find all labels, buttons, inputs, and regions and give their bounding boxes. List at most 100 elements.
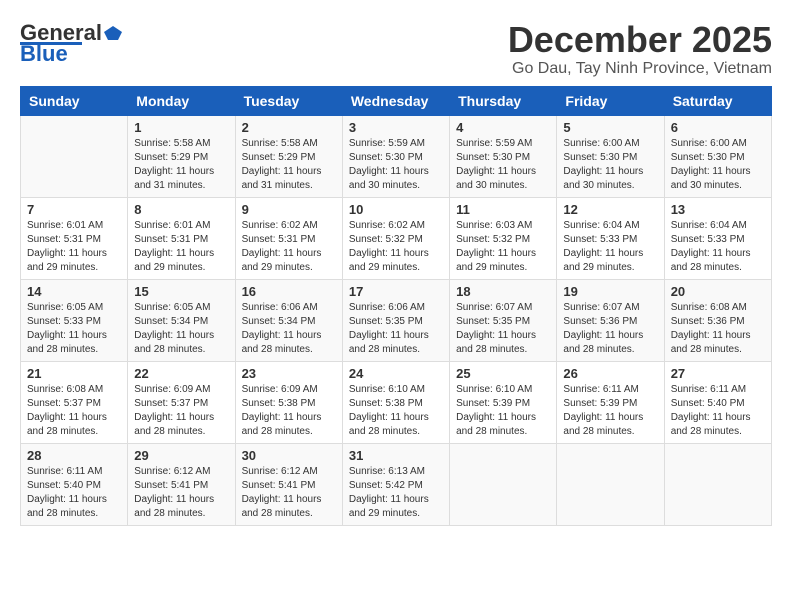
day-number: 29: [134, 448, 228, 463]
day-info: Sunrise: 6:05 AM Sunset: 5:33 PM Dayligh…: [27, 301, 121, 357]
day-info: Sunrise: 6:06 AM Sunset: 5:35 PM Dayligh…: [349, 301, 443, 357]
day-number: 19: [563, 284, 657, 299]
day-header-friday: Friday: [557, 86, 664, 115]
calendar-cell: 27 Sunrise: 6:11 AM Sunset: 5:40 PM Dayli…: [664, 361, 771, 443]
day-info: Sunrise: 6:11 AM Sunset: 5:40 PM Dayligh…: [671, 383, 765, 439]
day-number: 17: [349, 284, 443, 299]
day-info: Sunrise: 5:58 AM Sunset: 5:29 PM Dayligh…: [134, 137, 228, 193]
day-number: 20: [671, 284, 765, 299]
calendar-cell: [450, 443, 557, 525]
day-number: 26: [563, 366, 657, 381]
day-info: Sunrise: 6:12 AM Sunset: 5:41 PM Dayligh…: [134, 465, 228, 521]
day-number: 8: [134, 202, 228, 217]
day-header-wednesday: Wednesday: [342, 86, 449, 115]
day-header-saturday: Saturday: [664, 86, 771, 115]
day-number: 23: [242, 366, 336, 381]
calendar-cell: 12Sunrise: 6:04 AM Sunset: 5:33 PM Dayli…: [557, 197, 664, 279]
day-header-monday: Monday: [128, 86, 235, 115]
day-number: 22: [134, 366, 228, 381]
day-number: 6: [671, 120, 765, 135]
calendar-cell: 30 Sunrise: 6:12 AM Sunset: 5:41 PM Dayli…: [235, 443, 342, 525]
day-number: 5: [563, 120, 657, 135]
day-info: Sunrise: 6:09 AM Sunset: 5:37 PM Dayligh…: [134, 383, 228, 439]
month-title: December 2025: [508, 20, 772, 60]
day-info: Sunrise: 6:07 AM Sunset: 5:35 PM Dayligh…: [456, 301, 550, 357]
day-info: Sunrise: 6:11 AM Sunset: 5:40 PM Dayligh…: [27, 465, 121, 521]
calendar-cell: 17 Sunrise: 6:06 AM Sunset: 5:35 PM Dayli…: [342, 279, 449, 361]
calendar-cell: 16 Sunrise: 6:06 AM Sunset: 5:34 PM Dayli…: [235, 279, 342, 361]
day-info: Sunrise: 6:09 AM Sunset: 5:38 PM Dayligh…: [242, 383, 336, 439]
day-info: Sunrise: 5:59 AM Sunset: 5:30 PM Dayligh…: [456, 137, 550, 193]
calendar-cell: 11Sunrise: 6:03 AM Sunset: 5:32 PM Dayli…: [450, 197, 557, 279]
calendar-cell: 21Sunrise: 6:08 AM Sunset: 5:37 PM Dayli…: [21, 361, 128, 443]
logo-bird-icon: [104, 24, 122, 42]
day-number: 31: [349, 448, 443, 463]
location-text: Go Dau, Tay Ninh Province, Vietnam: [508, 60, 772, 78]
logo-blue: Blue: [20, 41, 68, 67]
calendar-cell: 28 Sunrise: 6:11 AM Sunset: 5:40 PM Dayli…: [21, 443, 128, 525]
calendar-header-row: SundayMondayTuesdayWednesdayThursdayFrid…: [21, 86, 772, 115]
day-number: 12: [563, 202, 657, 217]
day-info: Sunrise: 6:06 AM Sunset: 5:34 PM Dayligh…: [242, 301, 336, 357]
day-info: Sunrise: 6:01 AM Sunset: 5:31 PM Dayligh…: [134, 219, 228, 275]
calendar-cell: 3 Sunrise: 5:59 AM Sunset: 5:30 PM Daylig…: [342, 115, 449, 197]
logo: General Blue: [20, 20, 122, 67]
calendar-cell: 5 Sunrise: 6:00 AM Sunset: 5:30 PM Daylig…: [557, 115, 664, 197]
day-number: 30: [242, 448, 336, 463]
calendar-cell: 15 Sunrise: 6:05 AM Sunset: 5:34 PM Dayli…: [128, 279, 235, 361]
day-header-tuesday: Tuesday: [235, 86, 342, 115]
day-number: 2: [242, 120, 336, 135]
calendar-cell: 25 Sunrise: 6:10 AM Sunset: 5:39 PM Dayli…: [450, 361, 557, 443]
day-number: 13: [671, 202, 765, 217]
day-header-sunday: Sunday: [21, 86, 128, 115]
day-info: Sunrise: 5:58 AM Sunset: 5:29 PM Dayligh…: [242, 137, 336, 193]
day-number: 3: [349, 120, 443, 135]
calendar-cell: 22 Sunrise: 6:09 AM Sunset: 5:37 PM Dayli…: [128, 361, 235, 443]
day-number: 1: [134, 120, 228, 135]
day-number: 28: [27, 448, 121, 463]
day-number: 16: [242, 284, 336, 299]
calendar-cell: 7Sunrise: 6:01 AM Sunset: 5:31 PM Daylig…: [21, 197, 128, 279]
calendar-week-row: 1 Sunrise: 5:58 AM Sunset: 5:29 PM Daylig…: [21, 115, 772, 197]
calendar-cell: 19 Sunrise: 6:07 AM Sunset: 5:36 PM Dayli…: [557, 279, 664, 361]
calendar-cell: [664, 443, 771, 525]
calendar-cell: 9 Sunrise: 6:02 AM Sunset: 5:31 PM Daylig…: [235, 197, 342, 279]
calendar-cell: 24Sunrise: 6:10 AM Sunset: 5:38 PM Dayli…: [342, 361, 449, 443]
calendar-cell: 10 Sunrise: 6:02 AM Sunset: 5:32 PM Dayli…: [342, 197, 449, 279]
day-number: 9: [242, 202, 336, 217]
day-info: Sunrise: 6:02 AM Sunset: 5:32 PM Dayligh…: [349, 219, 443, 275]
day-number: 25: [456, 366, 550, 381]
day-number: 21: [27, 366, 121, 381]
calendar-week-row: 28 Sunrise: 6:11 AM Sunset: 5:40 PM Dayli…: [21, 443, 772, 525]
day-info: Sunrise: 6:04 AM Sunset: 5:33 PM Dayligh…: [671, 219, 765, 275]
calendar-cell: 2 Sunrise: 5:58 AM Sunset: 5:29 PM Daylig…: [235, 115, 342, 197]
calendar-cell: 23 Sunrise: 6:09 AM Sunset: 5:38 PM Dayli…: [235, 361, 342, 443]
calendar-cell: 4Sunrise: 5:59 AM Sunset: 5:30 PM Daylig…: [450, 115, 557, 197]
calendar-cell: 31 Sunrise: 6:13 AM Sunset: 5:42 PM Dayli…: [342, 443, 449, 525]
day-info: Sunrise: 6:00 AM Sunset: 5:30 PM Dayligh…: [563, 137, 657, 193]
day-info: Sunrise: 6:10 AM Sunset: 5:39 PM Dayligh…: [456, 383, 550, 439]
day-number: 15: [134, 284, 228, 299]
day-info: Sunrise: 6:07 AM Sunset: 5:36 PM Dayligh…: [563, 301, 657, 357]
calendar-week-row: 7 Sunrise: 6:01 AM Sunset: 5:31 PM Daylig…: [21, 197, 772, 279]
day-number: 27: [671, 366, 765, 381]
day-number: 7: [27, 202, 121, 217]
day-info: Sunrise: 6:02 AM Sunset: 5:31 PM Dayligh…: [242, 219, 336, 275]
day-info: Sunrise: 6:00 AM Sunset: 5:30 PM Dayligh…: [671, 137, 765, 193]
day-info: Sunrise: 5:59 AM Sunset: 5:30 PM Dayligh…: [349, 137, 443, 193]
day-number: 14: [27, 284, 121, 299]
day-header-thursday: Thursday: [450, 86, 557, 115]
calendar-cell: 6 Sunrise: 6:00 AM Sunset: 5:30 PM Daylig…: [664, 115, 771, 197]
day-info: Sunrise: 6:05 AM Sunset: 5:34 PM Dayligh…: [134, 301, 228, 357]
calendar-cell: [21, 115, 128, 197]
day-number: 10: [349, 202, 443, 217]
day-info: Sunrise: 6:13 AM Sunset: 5:42 PM Dayligh…: [349, 465, 443, 521]
calendar-cell: 29 Sunrise: 6:12 AM Sunset: 5:41 PM Dayli…: [128, 443, 235, 525]
calendar-table: SundayMondayTuesdayWednesdayThursdayFrid…: [20, 86, 772, 526]
calendar-cell: 1 Sunrise: 5:58 AM Sunset: 5:29 PM Daylig…: [128, 115, 235, 197]
day-info: Sunrise: 6:03 AM Sunset: 5:32 PM Dayligh…: [456, 219, 550, 275]
day-number: 24: [349, 366, 443, 381]
calendar-cell: 20Sunrise: 6:08 AM Sunset: 5:36 PM Dayli…: [664, 279, 771, 361]
calendar-cell: 26Sunrise: 6:11 AM Sunset: 5:39 PM Dayli…: [557, 361, 664, 443]
day-info: Sunrise: 6:12 AM Sunset: 5:41 PM Dayligh…: [242, 465, 336, 521]
